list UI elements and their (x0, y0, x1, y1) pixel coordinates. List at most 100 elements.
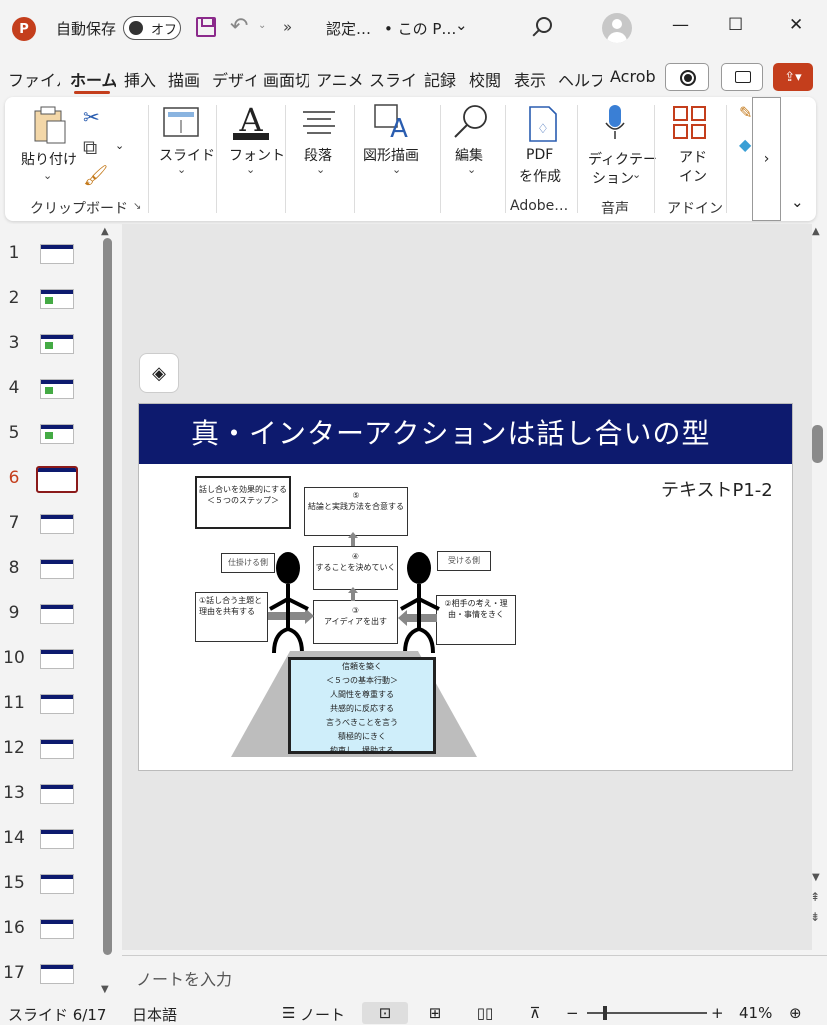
zoom-out-button[interactable]: − (566, 1004, 579, 1022)
close-button[interactable]: ✕ (789, 15, 803, 35)
maximize-button[interactable]: ☐ (728, 15, 743, 35)
collapse-ribbon-icon[interactable]: ⌄ (791, 193, 804, 211)
slide-title[interactable]: 真・インターアクションは話し合いの型 (191, 412, 710, 452)
chevron-down-icon[interactable]: ⌄ (258, 20, 266, 31)
tab-review[interactable]: 校閲 (469, 67, 505, 91)
editor-scrollbar[interactable] (812, 425, 823, 463)
designer-icon[interactable]: ✎ (739, 103, 752, 122)
autosave-toggle[interactable]: オフ (123, 16, 181, 40)
slide-thumbnail-16[interactable] (40, 919, 74, 939)
pdf-label-1[interactable]: PDF (526, 147, 553, 163)
chevron-down-icon[interactable]: ⌄ (455, 16, 468, 34)
scroll-down-icon[interactable]: ▼ (101, 984, 109, 995)
slide-thumbnail-13[interactable] (40, 784, 74, 804)
slide-canvas[interactable]: 真・インターアクションは話し合いの型 テキストP1-2 話し合いを効果的にする … (138, 403, 793, 771)
edit-button-label[interactable]: 編集 (455, 145, 483, 165)
step3-box[interactable]: ③ アイディアを出す (313, 600, 398, 644)
slide-thumbnail-10[interactable] (40, 649, 74, 669)
undo-icon[interactable]: ↶ (230, 14, 248, 39)
chevron-down-icon[interactable]: ⌄ (177, 163, 186, 176)
tab-insert[interactable]: 挿入 (124, 67, 160, 91)
slide-thumbnail-7[interactable] (40, 514, 74, 534)
zoom-slider-knob[interactable] (603, 1006, 607, 1020)
shapes-icon[interactable]: A (373, 103, 413, 141)
paragraph-icon[interactable] (301, 109, 337, 135)
tab-view[interactable]: 表示 (514, 67, 550, 91)
font-icon[interactable]: A (231, 103, 271, 141)
slide-thumbnail-8[interactable] (40, 559, 74, 579)
dictate-label-1[interactable]: ディクテー (588, 149, 657, 169)
tab-help[interactable]: ヘルプ (558, 67, 602, 91)
more-commands-icon[interactable]: » (283, 18, 292, 36)
zoom-level[interactable]: 41% (739, 1004, 772, 1022)
ribbon-overflow-button[interactable]: › (752, 97, 781, 221)
tab-file[interactable]: ファイル (8, 67, 60, 91)
slideshow-button[interactable]: ⊼ (520, 1002, 550, 1024)
thumbnail-scrollbar[interactable] (103, 238, 112, 955)
copilot-ribbon-icon[interactable]: ◆ (739, 135, 751, 154)
share-button[interactable]: ⇪▾ (773, 63, 813, 91)
cut-icon[interactable]: ✂ (83, 105, 100, 129)
tab-design[interactable]: デザイン (212, 67, 256, 91)
font-button-label[interactable]: フォント (229, 145, 285, 165)
notes-icon[interactable]: ☰ (282, 1004, 295, 1022)
previous-slide-icon[interactable]: ⇞ (810, 890, 820, 904)
document-location[interactable]: • この P… (384, 18, 456, 39)
slide-thumbnail-12[interactable] (40, 739, 74, 759)
dialog-launcher-icon[interactable]: ↘ (133, 201, 141, 212)
microphone-icon[interactable] (603, 103, 627, 143)
slide-thumbnail-11[interactable] (40, 694, 74, 714)
zoom-in-button[interactable]: + (711, 1004, 724, 1022)
dictate-label-2[interactable]: ション (592, 168, 634, 188)
tab-record[interactable]: 記録 (424, 67, 460, 91)
add-ins-icon[interactable] (672, 105, 708, 141)
step1-box[interactable]: ①話し合う主題と 理由を共有する (195, 592, 268, 642)
slide-thumbnail-1[interactable] (40, 244, 74, 264)
notes-toggle[interactable]: ノート (300, 1004, 345, 1025)
next-slide-icon[interactable]: ⇟ (810, 910, 820, 924)
steps-title-box[interactable]: 話し合いを効果的にする ＜５つのステップ＞ (195, 476, 291, 529)
slide-thumbnail-14[interactable] (40, 829, 74, 849)
find-icon[interactable] (451, 103, 491, 141)
paste-label[interactable]: 貼り付け (21, 149, 77, 169)
reading-view-button[interactable]: ▯▯ (470, 1002, 500, 1024)
copy-icon[interactable]: ⧉ (83, 135, 97, 159)
scroll-down-icon[interactable]: ▼ (812, 872, 820, 883)
save-icon[interactable] (196, 17, 216, 37)
slide-thumbnail-15[interactable] (40, 874, 74, 894)
slide-thumbnail-2[interactable] (40, 289, 74, 309)
chevron-down-icon[interactable]: ⌄ (43, 169, 52, 182)
slide-sorter-button[interactable]: ⊞ (420, 1002, 450, 1024)
slide-thumbnail-6[interactable] (36, 466, 78, 493)
copilot-icon[interactable]: ◈ (139, 353, 179, 393)
record-button[interactable] (665, 63, 709, 91)
minimize-button[interactable]: — (672, 15, 689, 35)
step2-box[interactable]: ②相手の考え・理 由・事情をきく (436, 595, 516, 645)
create-pdf-icon[interactable]: ♢ (527, 105, 559, 143)
scroll-up-icon[interactable]: ▲ (101, 226, 109, 237)
language-indicator[interactable]: 日本語 (132, 1004, 177, 1025)
slide-button-label[interactable]: スライド (159, 145, 215, 165)
notes-placeholder[interactable]: ノートを入力 (136, 966, 232, 990)
addin-label-1[interactable]: アド (679, 147, 707, 167)
normal-view-button[interactable]: ⊡ (362, 1002, 408, 1024)
drawing-button-label[interactable]: 図形描画 (363, 145, 419, 165)
paste-icon[interactable] (31, 105, 69, 145)
tab-draw[interactable]: 描画 (168, 67, 204, 91)
chevron-down-icon[interactable]: ⌄ (316, 163, 325, 176)
slide-thumbnail-5[interactable] (40, 424, 74, 444)
tab-home[interactable]: ホーム (70, 67, 116, 91)
receiver-tag[interactable]: 受ける側 (437, 551, 491, 571)
fit-slide-icon[interactable]: ⊕ (789, 1004, 802, 1022)
chevron-down-icon[interactable]: ⌄ (467, 163, 476, 176)
avatar[interactable] (602, 13, 632, 43)
trust-board[interactable]: 信頼を築く ＜５つの基本行動＞ 人間性を尊重する 共感的に反応する 言うべきこと… (288, 657, 436, 755)
document-title[interactable]: 認定… (326, 18, 371, 39)
search-icon[interactable] (536, 17, 552, 33)
addin-label-2[interactable]: イン (679, 166, 707, 186)
slide-thumbnail-3[interactable] (40, 334, 74, 354)
tab-animations[interactable]: アニメー (316, 67, 362, 91)
tab-acrobat[interactable]: Acrobat (610, 67, 656, 86)
chevron-down-icon[interactable]: ⌄ (392, 163, 401, 176)
scroll-up-icon[interactable]: ▲ (812, 226, 820, 237)
